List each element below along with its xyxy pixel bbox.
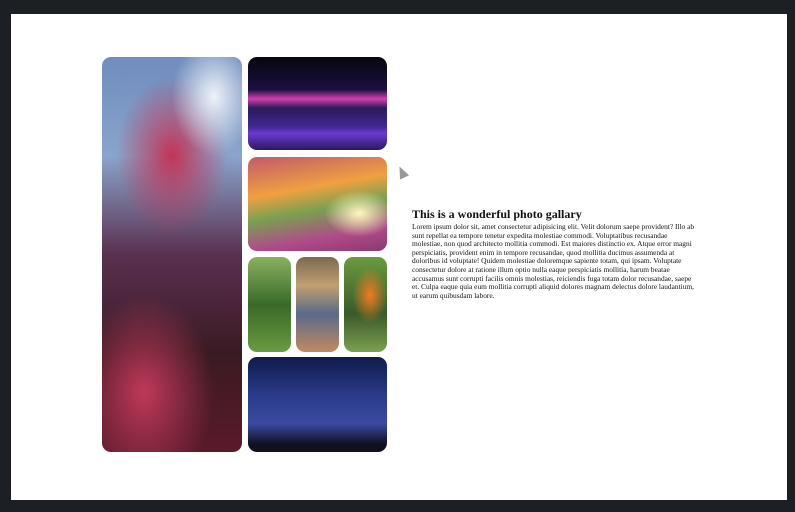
photo-pink-flowers[interactable] <box>102 57 242 452</box>
photo-pebbles[interactable] <box>296 257 339 352</box>
photo-milky-way[interactable] <box>248 357 387 452</box>
article-body: Lorem ipsum dolor sit, amet consectetur … <box>412 222 695 300</box>
photo-bird-of-paradise[interactable] <box>344 257 387 352</box>
page: This is a wonderful photo gallary Lorem … <box>11 14 787 500</box>
photo-green-tree[interactable] <box>248 257 291 352</box>
article: This is a wonderful photo gallary Lorem … <box>412 207 697 300</box>
photo-neon-mountains[interactable] <box>248 57 387 150</box>
photo-sunset-hill[interactable] <box>248 157 387 251</box>
mouse-cursor-icon <box>394 164 410 180</box>
article-title: This is a wonderful photo gallary <box>412 207 582 221</box>
